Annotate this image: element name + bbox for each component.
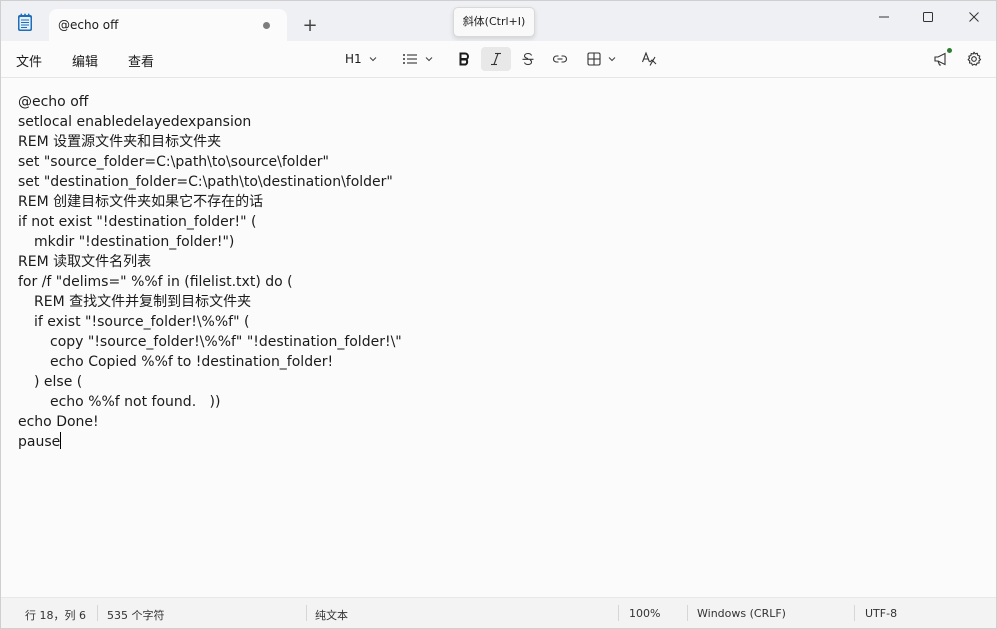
status-divider (306, 605, 307, 621)
menu-view[interactable]: 查看 (128, 51, 154, 70)
notepad-icon (15, 12, 35, 32)
menu-file[interactable]: 文件 (16, 51, 42, 70)
title-bar: @echo off + 斜体(Ctrl+I) (1, 1, 996, 42)
status-line-ending[interactable]: Windows (CRLF) (697, 607, 786, 620)
status-bar: 行 18，列 6 535 个字符 纯文本 100% Windows (CRLF)… (1, 597, 996, 628)
code-line: echo Copied %%f to !destination_folder! (50, 354, 334, 370)
code-line-last: pause (18, 432, 402, 452)
maximize-button[interactable] (905, 1, 951, 33)
status-format[interactable]: 纯文本 (315, 607, 348, 623)
clear-format-icon (641, 51, 657, 67)
code-line: REM 创建目标文件夹如果它不存在的话 (18, 194, 264, 210)
megaphone-icon (933, 48, 952, 67)
code-line-text: pause (18, 434, 61, 450)
chevron-down-icon (607, 54, 617, 64)
text-caret (60, 432, 62, 449)
bold-button[interactable] (453, 47, 475, 71)
status-divider (687, 605, 688, 621)
status-divider (854, 605, 855, 621)
editor-text[interactable]: @echo off setlocal enabledelayedexpansio… (18, 92, 402, 452)
code-line: REM 读取文件名列表 (18, 254, 152, 270)
settings-button[interactable] (964, 47, 984, 71)
strikethrough-button[interactable] (518, 47, 538, 71)
announcement-button[interactable] (931, 47, 952, 71)
code-line: ) else ( (34, 374, 83, 390)
status-char-count: 535 个字符 (107, 609, 165, 622)
code-line: setlocal enabledelayedexpansion (18, 114, 252, 130)
document-tab[interactable]: @echo off (49, 9, 287, 42)
code-line: if exist "!source_folder!\%%f" ( (34, 314, 250, 330)
chevron-down-icon (368, 54, 378, 64)
chevron-down-icon (424, 54, 434, 64)
maximize-icon (922, 11, 934, 23)
notepad-window: @echo off + 斜体(Ctrl+I) 文件 编辑 查看 H1 @echo… (0, 0, 997, 629)
new-tab-button[interactable]: + (299, 15, 321, 37)
clear-format-button[interactable] (639, 47, 659, 71)
link-button[interactable] (550, 47, 570, 71)
code-line: @echo off (18, 94, 89, 110)
list-icon (402, 52, 418, 66)
heading-label: H1 (345, 52, 362, 66)
code-line: REM 设置源文件夹和目标文件夹 (18, 134, 222, 150)
code-line: mkdir "!destination_folder!") (34, 234, 235, 250)
table-icon (587, 52, 601, 66)
status-divider (97, 605, 98, 621)
tab-title: @echo off (58, 18, 119, 32)
status-cursor-position: 行 18，列 6 (25, 609, 86, 622)
italic-button[interactable] (481, 47, 511, 71)
gear-icon (966, 51, 982, 67)
code-line: if not exist "!destination_folder!" ( (18, 214, 257, 230)
italic-icon (489, 52, 503, 66)
bold-icon (457, 52, 471, 66)
link-icon (552, 52, 568, 66)
minimize-button[interactable] (861, 1, 907, 33)
menu-edit[interactable]: 编辑 (72, 51, 98, 70)
status-zoom[interactable]: 100% (629, 607, 660, 620)
unsaved-dot-icon[interactable] (263, 22, 270, 29)
list-dropdown[interactable] (402, 47, 434, 71)
minimize-icon (878, 11, 890, 23)
notification-dot (947, 48, 952, 53)
code-line: echo %%f not found. )) (50, 394, 221, 410)
close-icon (968, 11, 980, 23)
table-dropdown[interactable] (587, 47, 617, 71)
code-line: REM 查找文件并复制到目标文件夹 (34, 294, 252, 310)
code-line: set "destination_folder=C:\path\to\desti… (18, 174, 393, 190)
editor-area[interactable]: @echo off setlocal enabledelayedexpansio… (1, 78, 996, 597)
code-line: echo Done! (18, 414, 99, 430)
code-line: set "source_folder=C:\path\to\source\fol… (18, 154, 329, 170)
italic-tooltip: 斜体(Ctrl+I) (453, 7, 535, 37)
status-encoding[interactable]: UTF-8 (865, 607, 897, 620)
close-button[interactable] (951, 1, 996, 33)
strikethrough-icon (521, 52, 535, 66)
menu-bar: 文件 编辑 查看 H1 (1, 41, 996, 78)
status-divider (618, 605, 619, 621)
code-line: for /f "delims=" %%f in (filelist.txt) d… (18, 274, 293, 290)
heading-dropdown[interactable]: H1 (345, 47, 378, 71)
code-line: copy "!source_folder!\%%f" "!destination… (50, 334, 402, 350)
